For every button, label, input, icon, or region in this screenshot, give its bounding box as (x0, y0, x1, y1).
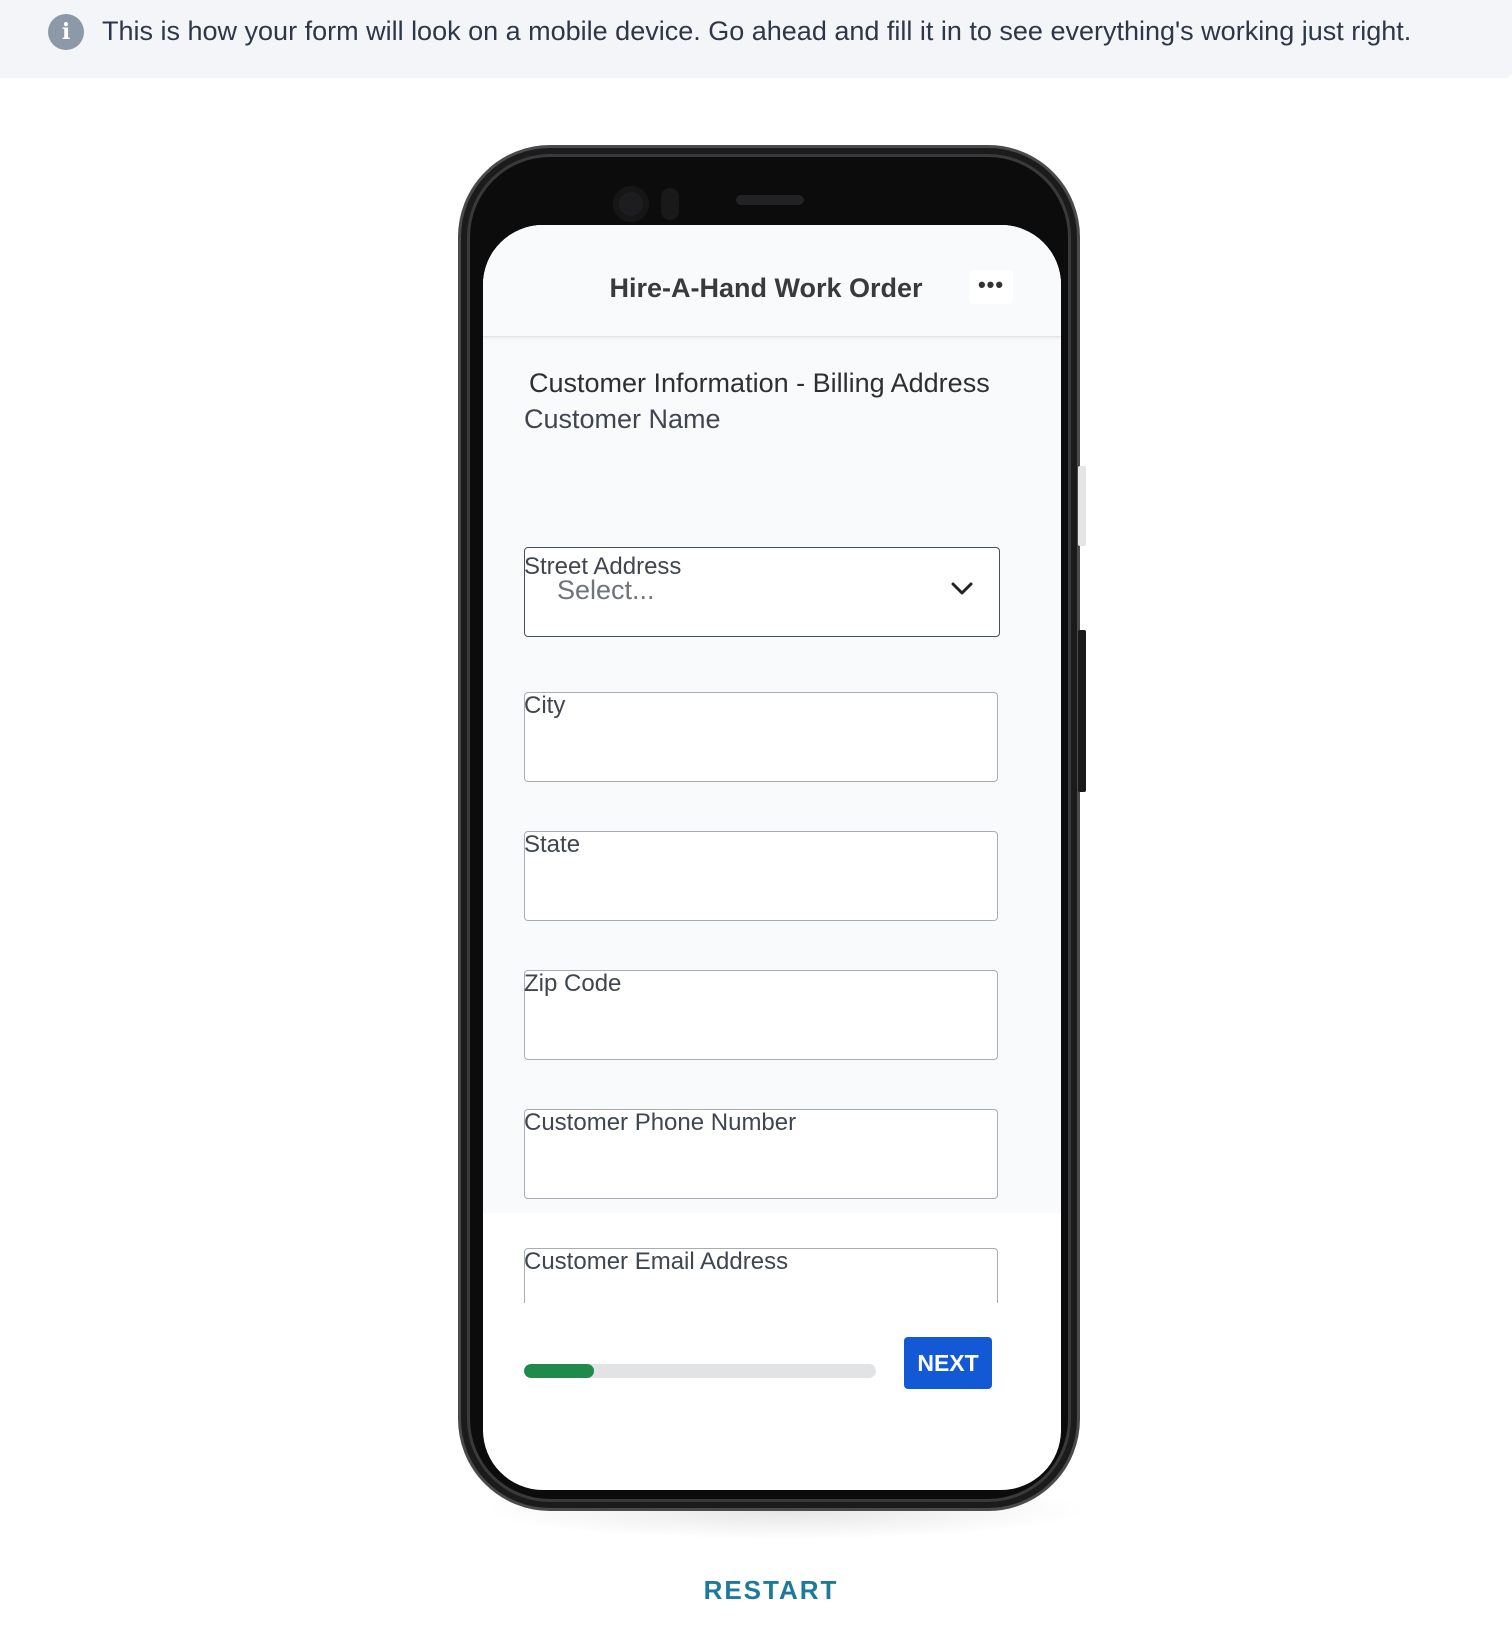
preview-info-banner: i This is how your form will look on a m… (0, 0, 1512, 78)
next-button[interactable]: NEXT (904, 1337, 992, 1389)
section-heading: Customer Information - Billing Address (529, 368, 990, 398)
phone-side-button-top (1078, 466, 1086, 546)
customer-email-label: Customer Email Address (524, 1248, 789, 1275)
form-title: Hire-A-Hand Work Order (609, 273, 923, 303)
camera-icon (613, 186, 649, 222)
banner-message: This is how your form will look on a mob… (102, 16, 1412, 46)
phone-frame: Hire-A-Hand Work Order ••• Customer Info… (458, 145, 1086, 1511)
speaker-grille (736, 195, 804, 205)
info-icon: i (48, 14, 84, 50)
city-label: City (524, 692, 566, 719)
more-horizontal-icon[interactable]: ••• (969, 270, 1013, 304)
customer-phone-label: Customer Phone Number (524, 1109, 797, 1136)
city-input[interactable] (524, 831, 998, 921)
zip-code-label: Zip Code (524, 970, 622, 997)
form-progress-bar (524, 1364, 876, 1378)
chevron-down-icon (951, 582, 973, 595)
sensor-icon (661, 188, 679, 220)
phone-side-button-volume (1078, 630, 1086, 792)
phone-screen: Hire-A-Hand Work Order ••• Customer Info… (483, 225, 1061, 1490)
restart-link[interactable]: RESTART (0, 1575, 1512, 1606)
state-label: State (524, 831, 581, 858)
app-header: Hire-A-Hand Work Order ••• (483, 225, 1061, 337)
street-address-label: Street Address (524, 553, 682, 580)
customer-name-label: Customer Name (524, 404, 721, 434)
street-address-input[interactable] (524, 692, 998, 782)
form-scroll-area[interactable]: Customer Information - Billing Address C… (483, 337, 1061, 1371)
form-progress-fill (524, 1364, 595, 1378)
